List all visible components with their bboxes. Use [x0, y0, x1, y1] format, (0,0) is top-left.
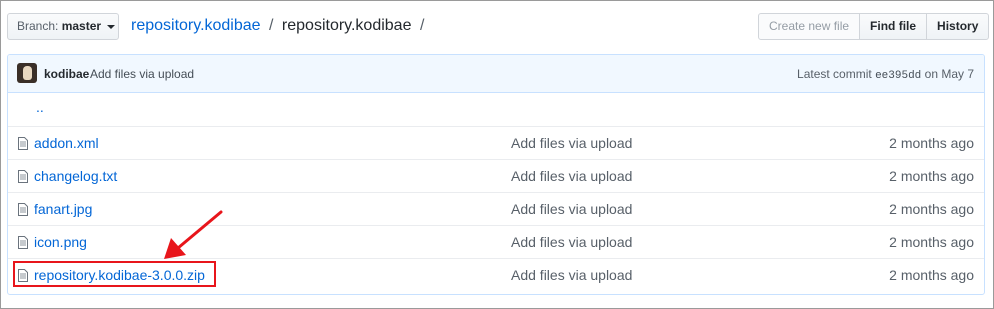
file-actions-group: Create new file Find file History — [758, 13, 990, 40]
file-commit-message[interactable]: Add files via upload — [511, 135, 632, 151]
commit-message[interactable]: Add files via upload — [90, 67, 194, 81]
file-name-link[interactable]: fanart.jpg — [34, 201, 92, 217]
table-row: changelog.txt Add files via upload 2 mon… — [8, 159, 984, 192]
file-commit-message[interactable]: Add files via upload — [511, 234, 632, 250]
file-commit-message[interactable]: Add files via upload — [511, 168, 632, 184]
file-commit-message[interactable]: Add files via upload — [511, 201, 632, 217]
table-row: addon.xml Add files via upload 2 months … — [8, 126, 984, 159]
file-icon — [18, 236, 28, 249]
commit-author-link[interactable]: kodibae — [44, 67, 89, 81]
file-icon — [18, 137, 28, 150]
branch-label: Branch: — [17, 19, 59, 33]
branch-value: master — [61, 19, 102, 33]
history-button[interactable]: History — [926, 13, 990, 40]
chevron-down-icon — [107, 24, 116, 29]
create-new-file-button[interactable]: Create new file — [758, 13, 861, 40]
file-name-link[interactable]: changelog.txt — [34, 168, 117, 184]
branch-selector-button[interactable]: Branch: master — [7, 13, 119, 40]
latest-commit-info: Latest commit ee395dd on May 7 — [797, 67, 974, 82]
find-file-button[interactable]: Find file — [859, 13, 928, 40]
avatar[interactable] — [17, 63, 37, 83]
commit-sha-link[interactable]: ee395dd — [875, 70, 921, 82]
breadcrumb-repo-link[interactable]: repository.kodibae — [131, 17, 261, 34]
file-icon — [18, 170, 28, 183]
file-age: 2 months ago — [889, 201, 974, 217]
commit-date: on May 7 — [924, 67, 974, 81]
latest-commit-label: Latest commit — [797, 67, 872, 81]
breadcrumb-current-folder: repository.kodibae — [281, 17, 412, 34]
breadcrumb: repository.kodibae / repository.kodibae … — [131, 16, 428, 36]
table-row: icon.png Add files via upload 2 months a… — [8, 225, 984, 258]
file-age: 2 months ago — [889, 267, 974, 283]
latest-commit-bar: kodibae Add files via upload Latest comm… — [8, 55, 984, 93]
breadcrumb-separator: / — [269, 17, 274, 34]
table-row-parent-dir[interactable]: .. — [8, 93, 984, 126]
file-age: 2 months ago — [889, 234, 974, 250]
file-list: kodibae Add files via upload Latest comm… — [7, 54, 985, 295]
breadcrumb-separator: / — [419, 17, 425, 34]
table-row: fanart.jpg Add files via upload 2 months… — [8, 192, 984, 225]
file-commit-message[interactable]: Add files via upload — [511, 267, 632, 283]
file-icon — [18, 203, 28, 216]
file-age: 2 months ago — [889, 135, 974, 151]
parent-directory-link[interactable]: .. — [36, 99, 44, 115]
annotation-highlight-box — [13, 261, 216, 287]
file-age: 2 months ago — [889, 168, 974, 184]
file-name-link[interactable]: icon.png — [34, 234, 87, 250]
file-name-link[interactable]: addon.xml — [34, 135, 99, 151]
